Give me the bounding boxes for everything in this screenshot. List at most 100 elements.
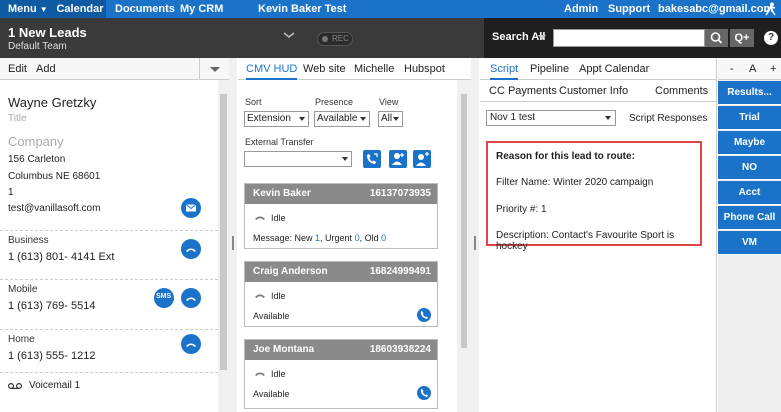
tab-cc-payments[interactable]: CC Payments <box>489 85 557 97</box>
contact-company-placeholder[interactable]: Company <box>8 134 64 149</box>
home-label: Home <box>8 334 35 345</box>
chevron-down-icon <box>393 117 399 121</box>
font-increase-button[interactable]: + <box>770 63 776 75</box>
user-email[interactable]: bakesabc@gmail.com <box>658 0 773 18</box>
phone-transfer-icon <box>367 153 378 164</box>
hud-scrollbar[interactable] <box>457 80 471 412</box>
call-agent-button[interactable] <box>417 308 431 322</box>
scroll-thumb[interactable] <box>461 94 467 348</box>
new-leads-count[interactable]: 1 New Leads <box>8 25 87 40</box>
sort-select[interactable]: Extension <box>244 111 309 127</box>
runner-icon[interactable] <box>763 2 777 16</box>
search-input[interactable] <box>553 29 705 47</box>
external-transfer-select[interactable] <box>244 151 352 167</box>
voicemail-section: Voicemail 1 <box>0 372 218 412</box>
vm-button[interactable]: VM <box>718 231 781 255</box>
script-subtabs: CC Payments Customer Info Comments <box>480 80 717 102</box>
add-group-button[interactable] <box>413 150 431 168</box>
record-toggle[interactable]: REC <box>317 32 353 46</box>
script-select[interactable]: Nov 1 test <box>486 110 616 126</box>
agent-card[interactable]: Kevin Baker 16137073935 Idle Message: New… <box>244 183 438 249</box>
call-agent-button[interactable] <box>417 386 431 400</box>
tab-michelle[interactable]: Michelle <box>354 63 394 75</box>
contact-title-placeholder[interactable]: Title <box>8 113 27 124</box>
results-button[interactable]: Results... <box>718 81 781 105</box>
trial-button[interactable]: Trial <box>718 106 781 130</box>
panel-splitter[interactable] <box>471 58 479 412</box>
phone-idle-icon <box>255 294 265 298</box>
panel-splitter[interactable] <box>229 58 237 412</box>
agent-status: Idle <box>271 369 286 379</box>
user-title: Kevin Baker Test <box>258 3 347 15</box>
chevron-down-icon[interactable] <box>282 30 296 40</box>
call-home-button[interactable] <box>181 334 201 354</box>
my-crm-link[interactable]: My CRM <box>180 0 223 18</box>
support-link[interactable]: Support <box>608 0 650 18</box>
voicemail-label[interactable]: Voicemail 1 <box>29 380 80 391</box>
contact-scrollbar[interactable] <box>218 80 229 412</box>
splitter-handle[interactable] <box>474 236 476 250</box>
menu-button[interactable]: Menu ▼ <box>0 0 54 18</box>
font-size-controls: - A + <box>718 58 781 80</box>
script-priority: Priority #: 1 <box>496 204 547 215</box>
add-button[interactable]: Add <box>36 63 56 75</box>
call-business-button[interactable] <box>181 239 201 259</box>
tab-web-site[interactable]: Web site <box>303 63 346 75</box>
team-name: Default Team <box>8 41 67 52</box>
edit-button[interactable]: Edit <box>8 63 27 75</box>
tab-customer-info[interactable]: Customer Info <box>559 85 628 97</box>
view-select[interactable]: All <box>378 111 403 127</box>
business-phone-section: Business 1 (613) 801- 4141 Ext <box>0 230 218 274</box>
business-number[interactable]: 1 (613) 801- 4141 Ext <box>8 251 114 263</box>
documents-link[interactable]: Documents <box>115 0 175 18</box>
help-icon[interactable]: ? <box>764 31 778 45</box>
calendar-link[interactable]: Calendar <box>54 0 106 18</box>
tab-script[interactable]: Script <box>490 63 519 80</box>
tab-appt-calendar[interactable]: Appt Calendar <box>579 63 649 75</box>
tab-pipeline[interactable]: Pipeline <box>530 63 569 75</box>
agent-status: Idle <box>271 213 286 223</box>
presence-label: Presence <box>315 97 354 107</box>
admin-link[interactable]: Admin <box>564 0 598 18</box>
script-description: Description: Contact's Favourite Sport i… <box>496 230 675 252</box>
email-button[interactable] <box>181 198 201 218</box>
search-icon <box>710 32 723 44</box>
tab-cmv-hud[interactable]: CMV HUD <box>246 63 298 80</box>
contact-email[interactable]: test@vanillasoft.com <box>8 203 100 214</box>
phone-call-button[interactable]: Phone Call <box>718 206 781 230</box>
agent-messages: Message: New 1, Urgent 0, Old 0 <box>253 233 387 243</box>
tab-comments[interactable]: Comments <box>655 85 708 97</box>
agent-card[interactable]: Craig Anderson 16824999491 Idle Available <box>244 261 438 327</box>
script-responses-link[interactable]: Script Responses <box>629 113 707 124</box>
agent-card[interactable]: Joe Montana 18603938224 Idle Available <box>244 339 438 409</box>
search-button[interactable] <box>705 29 728 47</box>
transfer-call-button[interactable] <box>363 150 381 168</box>
mobile-number[interactable]: 1 (613) 769- 5514 <box>8 300 95 312</box>
tab-hubspot[interactable]: Hubspot <box>404 63 445 75</box>
mobile-phone-section: Mobile 1 (613) 769- 5514 SMS <box>0 279 218 323</box>
home-number[interactable]: 1 (613) 555- 1212 <box>8 350 95 362</box>
scroll-thumb[interactable] <box>220 94 227 370</box>
chevron-down-icon[interactable] <box>538 35 546 40</box>
presence-select[interactable]: Available <box>314 111 370 127</box>
script-filter-name: Filter Name: Winter 2020 campaign <box>496 177 654 188</box>
voicemail-icon <box>8 383 22 389</box>
advanced-search-button[interactable]: Q+ <box>730 29 754 47</box>
call-mobile-button[interactable] <box>181 288 201 308</box>
splitter-handle[interactable] <box>232 236 234 250</box>
maybe-button[interactable]: Maybe <box>718 131 781 155</box>
chevron-down-icon <box>342 157 348 161</box>
script-reason-heading: Reason for this lead to route: <box>496 151 635 162</box>
phone-icon <box>186 297 196 301</box>
acct-button[interactable]: Acct <box>718 181 781 205</box>
toolbar-dropdown[interactable] <box>199 58 229 80</box>
hud-panel: CMV HUD Web site Michelle Hubspot Sort E… <box>238 58 471 412</box>
agent-card-header: Joe Montana 18603938224 <box>245 340 437 360</box>
font-reset-button[interactable]: A <box>749 63 756 75</box>
no-button[interactable]: NO <box>718 156 781 180</box>
sms-button[interactable]: SMS <box>154 288 174 308</box>
add-contact-button[interactable] <box>389 150 407 168</box>
font-decrease-button[interactable]: - <box>730 63 734 75</box>
contact-name[interactable]: Wayne Gretzky <box>8 95 96 110</box>
user-add-icon <box>392 153 404 165</box>
